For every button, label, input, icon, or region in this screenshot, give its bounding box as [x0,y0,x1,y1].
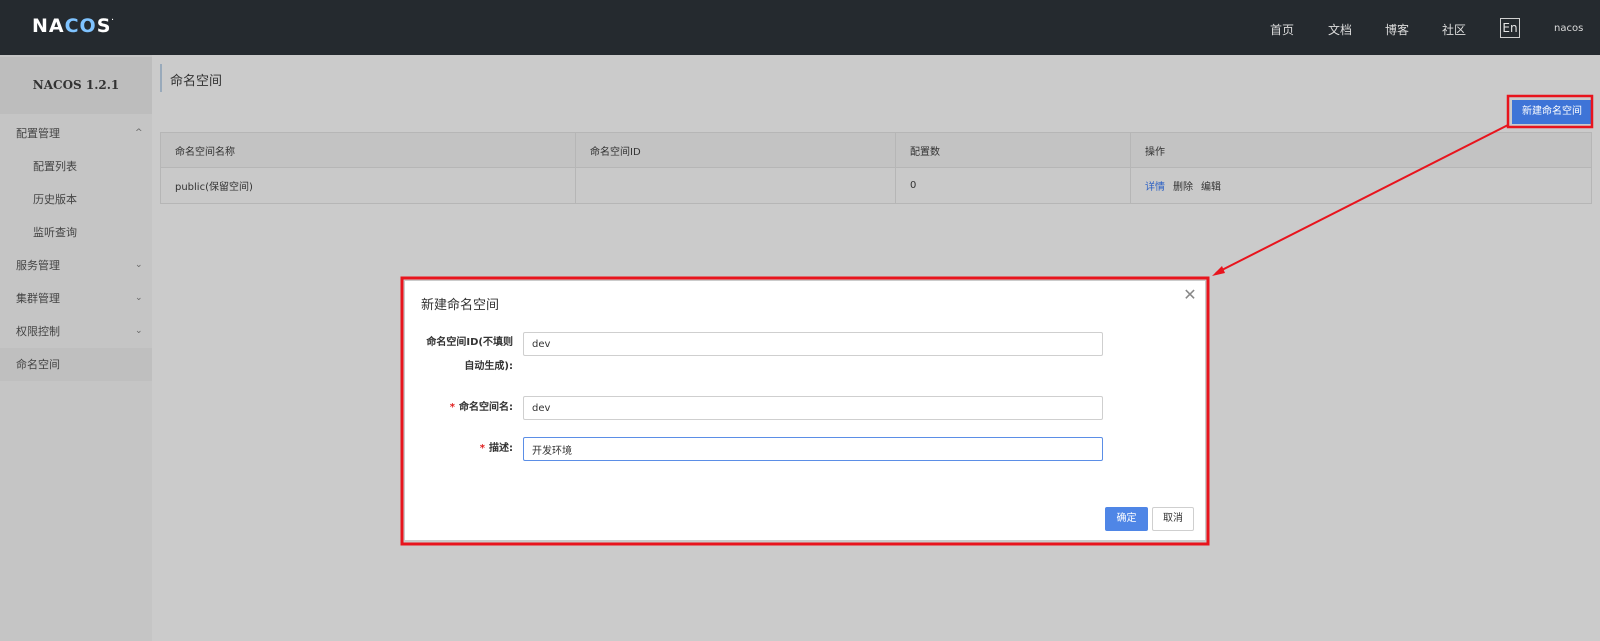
sidebar-item-service-management[interactable]: 服务管理 ⌄ [0,249,152,282]
sidebar-item-access-control[interactable]: 权限控制 ⌄ [0,315,152,348]
sidebar-item-listener-query[interactable]: 监听查询 [0,216,152,249]
table-row: public(保留空间) 0 详情 删除 编辑 [160,167,1592,204]
col-header-actions: 操作 [1130,132,1592,168]
language-switch[interactable]: En [1500,18,1520,38]
confirm-button[interactable]: 确定 [1105,507,1148,531]
table-header-row: 命名空间名称 命名空间ID 配置数 操作 [160,132,1592,168]
sidebar-item-namespace[interactable]: 命名空间 [0,348,152,381]
namespace-id-label: 命名空间ID(不填则 自动生成): [426,337,513,372]
sidebar-item-cluster-management[interactable]: 集群管理 ⌄ [0,282,152,315]
chevron-down-icon: ⌄ [135,260,143,270]
required-mark: * [479,443,485,454]
create-namespace-button[interactable]: 新建命名空间 [1512,100,1592,124]
annotation-arrow-head [1212,266,1225,276]
nav-community[interactable]: 社区 [1442,21,1466,38]
user-menu[interactable]: nacos [1554,23,1583,34]
detail-link[interactable]: 详情 [1145,182,1165,193]
cell-actions: 详情 删除 编辑 [1130,167,1592,204]
nav-blog[interactable]: 博客 [1385,21,1409,38]
nav-docs[interactable]: 文档 [1328,21,1352,38]
create-namespace-dialog: 新建命名空间 ✕ 命名空间ID(不填则 自动生成): *命名空间名: *描述: … [405,281,1205,540]
namespace-name-input[interactable] [523,396,1103,420]
dialog-title: 新建命名空间 [421,298,500,313]
sidebar-item-config-list[interactable]: 配置列表 [0,150,152,183]
cancel-button[interactable]: 取消 [1152,507,1194,531]
namespace-id-input[interactable] [523,332,1103,356]
col-header-count: 配置数 [895,132,1131,168]
nacos-logo[interactable]: NACOS. [32,15,115,37]
cell-name: public(保留空间) [160,167,576,204]
version-label: NACOS 1.2.1 [0,57,152,114]
col-header-name: 命名空间名称 [160,132,576,168]
required-mark: * [449,402,455,413]
nav-home[interactable]: 首页 [1270,21,1294,38]
cell-id [575,167,896,204]
namespace-table: 命名空间名称 命名空间ID 配置数 操作 public(保留空间) 0 详情 删除… [160,132,1592,204]
col-header-id: 命名空间ID [575,132,896,168]
page-title: 命名空间 [170,74,223,89]
sidebar-item-history[interactable]: 历史版本 [0,183,152,216]
chevron-up-icon: ^ [135,128,143,138]
description-input[interactable] [523,437,1103,461]
description-label: * 描述: [479,443,513,454]
cell-count: 0 [895,167,1131,204]
namespace-name-label: * 命名空间名: [449,402,513,413]
top-navbar: NACOS. 首页 文档 博客 社区 En nacos [0,0,1600,55]
chevron-down-icon: ⌄ [135,293,143,303]
sidebar: NACOS 1.2.1 配置管理 ^ 配置列表 历史版本 监听查询 服务管理 ⌄… [0,55,152,641]
delete-link[interactable]: 删除 [1173,182,1193,193]
edit-link[interactable]: 编辑 [1201,182,1221,193]
sidebar-item-config-management[interactable]: 配置管理 ^ [0,117,152,150]
close-icon[interactable]: ✕ [1181,286,1199,304]
title-accent-bar [160,64,162,92]
chevron-down-icon: ⌄ [135,326,143,336]
